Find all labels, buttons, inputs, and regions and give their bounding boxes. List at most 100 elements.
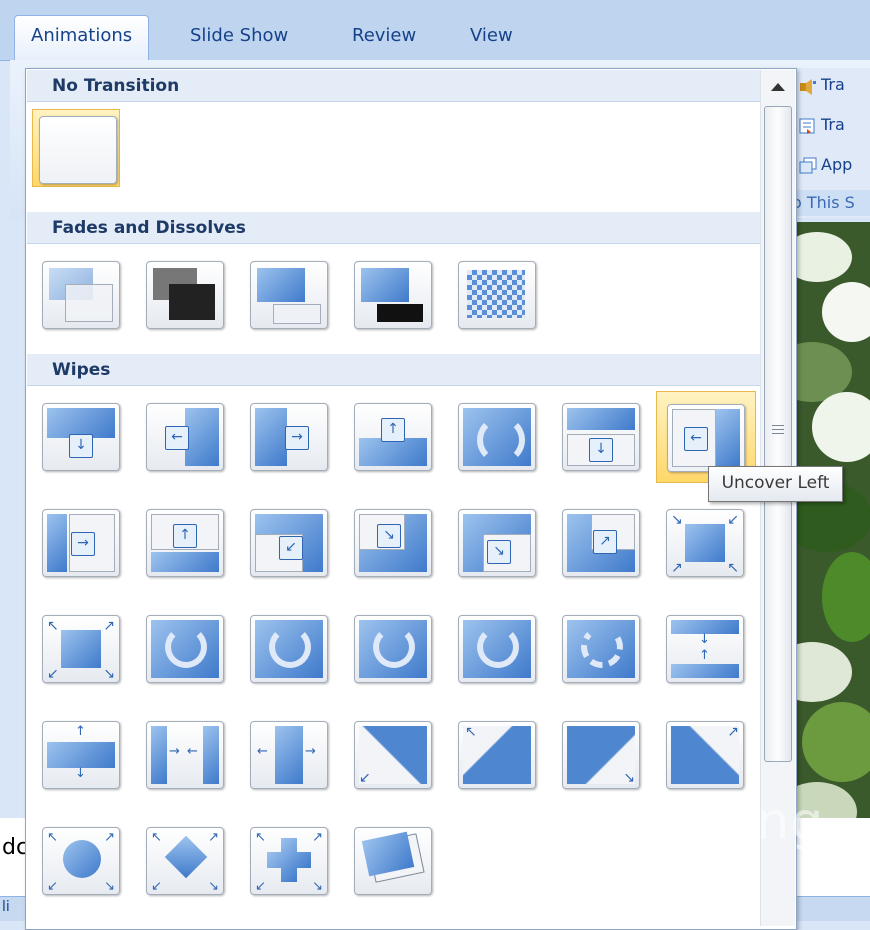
transition-shape-circle[interactable]: ↖ ↗ ↙ ↘ [36, 821, 124, 899]
transition-sound-control[interactable]: Tra [798, 72, 845, 98]
section-header-no-transition: No Transition [27, 70, 760, 102]
transition-uncover-down[interactable]: ↓ [556, 397, 644, 475]
transition-fade-smoothly[interactable] [36, 255, 124, 333]
transition-box-in[interactable]: ↘ ↙ ↗ ↖ [660, 503, 748, 581]
tab-review[interactable]: Review [336, 16, 432, 58]
tab-animations[interactable]: Animations [14, 15, 150, 60]
uncover-right-down-icon: ↘ [354, 509, 432, 577]
box-out-icon: ↖ ↗ ↙ ↘ [42, 615, 120, 683]
transition-sound-label: Tra [821, 75, 845, 94]
strips-right-up-icon: ↗ [666, 721, 744, 789]
shape-circle-icon: ↖ ↗ ↙ ↘ [42, 827, 120, 895]
uncover-right-up-icon: ↘ [458, 509, 536, 577]
transition-split-vertical-out[interactable]: ← → [244, 715, 332, 793]
tab-slide-show[interactable]: Slide Show [174, 16, 304, 58]
dissolve-icon [458, 261, 536, 329]
status-strip-text: li [2, 899, 10, 915]
transition-uncover-right-down[interactable]: ↘ [348, 503, 436, 581]
apply-to-all-label: App [821, 155, 853, 174]
fade-black-icon [146, 261, 224, 329]
wheel-3-icon [354, 615, 432, 683]
transition-wheel-4[interactable] [452, 609, 540, 687]
split-icon [458, 403, 536, 471]
split-horizontal-out-icon: ↑ ↓ [42, 721, 120, 789]
transition-uncover-left-down[interactable]: ↙ [244, 503, 332, 581]
transition-speed-control[interactable]: Tra [798, 112, 845, 138]
wheel-8-icon [562, 615, 640, 683]
transition-wipe-right[interactable]: → [244, 397, 332, 475]
transition-uncover-right[interactable]: → [36, 503, 124, 581]
group-label: o This S [792, 190, 870, 216]
watermark-text: uantrimang [512, 792, 825, 852]
transition-strips-left-down[interactable]: ↙ [348, 715, 436, 793]
shape-diamond-icon: ↖ ↗ ↙ ↘ [146, 827, 224, 895]
transition-split-horizontal-out[interactable]: ↑ ↓ [36, 715, 124, 793]
watermark: uantrimang [440, 790, 860, 870]
wheel-2-icon [250, 615, 328, 683]
tab-view[interactable]: View [454, 16, 529, 58]
transition-wipe-up[interactable]: ↑ [348, 397, 436, 475]
slide-photo [792, 222, 870, 842]
transition-cut-through-black[interactable] [348, 255, 436, 333]
section-header-wipes: Wipes [27, 354, 760, 386]
transition-cut[interactable] [244, 255, 332, 333]
scrollbar-thumb[interactable] [764, 106, 792, 762]
uncover-right-icon: → [42, 509, 120, 577]
newsflash-icon [354, 827, 432, 895]
transition-uncover-right-up[interactable]: ↘ [452, 503, 540, 581]
transition-fade-through-black[interactable] [140, 255, 228, 333]
transition-none[interactable] [32, 109, 120, 187]
transition-sound-icon [798, 77, 818, 95]
transition-split-horizontal-in[interactable]: ↓ ↑ [660, 609, 748, 687]
lightbulb-icon [440, 794, 504, 858]
uncover-left-icon: ← [667, 404, 745, 472]
transition-dissolve[interactable] [452, 255, 540, 333]
transition-split-vertical-in[interactable]: → ← [140, 715, 228, 793]
transition-shape-diamond[interactable]: ↖ ↗ ↙ ↘ [140, 821, 228, 899]
strips-left-down-icon: ↙ [354, 721, 432, 789]
shape-plus-icon: ↖ ↗ ↙ ↘ [250, 827, 328, 895]
split-horizontal-in-icon: ↓ ↑ [666, 615, 744, 683]
transition-wheel-3[interactable] [348, 609, 436, 687]
fade-smoothly-icon [42, 261, 120, 329]
transition-strips-left-up[interactable]: ↖ [452, 715, 540, 793]
cut-icon [250, 261, 328, 329]
wipe-left-icon: ← [146, 403, 224, 471]
uncover-left-down-icon: ↙ [250, 509, 328, 577]
scroll-up-arrow-icon[interactable] [765, 76, 791, 100]
ribbon-tab-bar: Animations Slide Show Review View [0, 0, 870, 61]
uncover-left-up-icon: ↗ [562, 509, 640, 577]
wipe-up-icon: ↑ [354, 403, 432, 471]
transition-uncover-left-up[interactable]: ↗ [556, 503, 644, 581]
transition-wheel-8[interactable] [556, 609, 644, 687]
apply-to-all-icon [798, 157, 818, 175]
split-vertical-in-icon: → ← [146, 721, 224, 789]
box-in-icon: ↘ ↙ ↗ ↖ [666, 509, 744, 577]
transition-shape-plus[interactable]: ↖ ↗ ↙ ↘ [244, 821, 332, 899]
transition-strips-right-up[interactable]: ↗ [660, 715, 748, 793]
transition-speed-label: Tra [821, 115, 845, 134]
section-header-fades-dissolves: Fades and Dissolves [27, 212, 760, 244]
apply-to-all-control[interactable]: App [798, 152, 852, 178]
uncover-up-icon: ↑ [146, 509, 224, 577]
tooltip: Uncover Left [708, 466, 843, 502]
cut-black-icon [354, 261, 432, 329]
wheel-4-icon [458, 615, 536, 683]
split-vertical-out-icon: ← → [250, 721, 328, 789]
transition-split[interactable] [452, 397, 540, 475]
transition-wipe-left[interactable]: ← [140, 397, 228, 475]
strips-left-up-icon: ↖ [458, 721, 536, 789]
transition-box-out[interactable]: ↖ ↗ ↙ ↘ [36, 609, 124, 687]
transition-wipe-down[interactable]: ↓ [36, 397, 124, 475]
transition-strips-right-down[interactable]: ↘ [556, 715, 644, 793]
uncover-down-icon: ↓ [562, 403, 640, 471]
transition-wheel-2[interactable] [244, 609, 332, 687]
transition-none-icon [39, 116, 117, 184]
wheel-1-icon [146, 615, 224, 683]
transition-wheel-1[interactable] [140, 609, 228, 687]
strips-right-down-icon: ↘ [562, 721, 640, 789]
wipe-right-icon: → [250, 403, 328, 471]
transition-speed-icon [798, 117, 818, 135]
transition-newsflash[interactable] [348, 821, 436, 899]
transition-uncover-up[interactable]: ↑ [140, 503, 228, 581]
